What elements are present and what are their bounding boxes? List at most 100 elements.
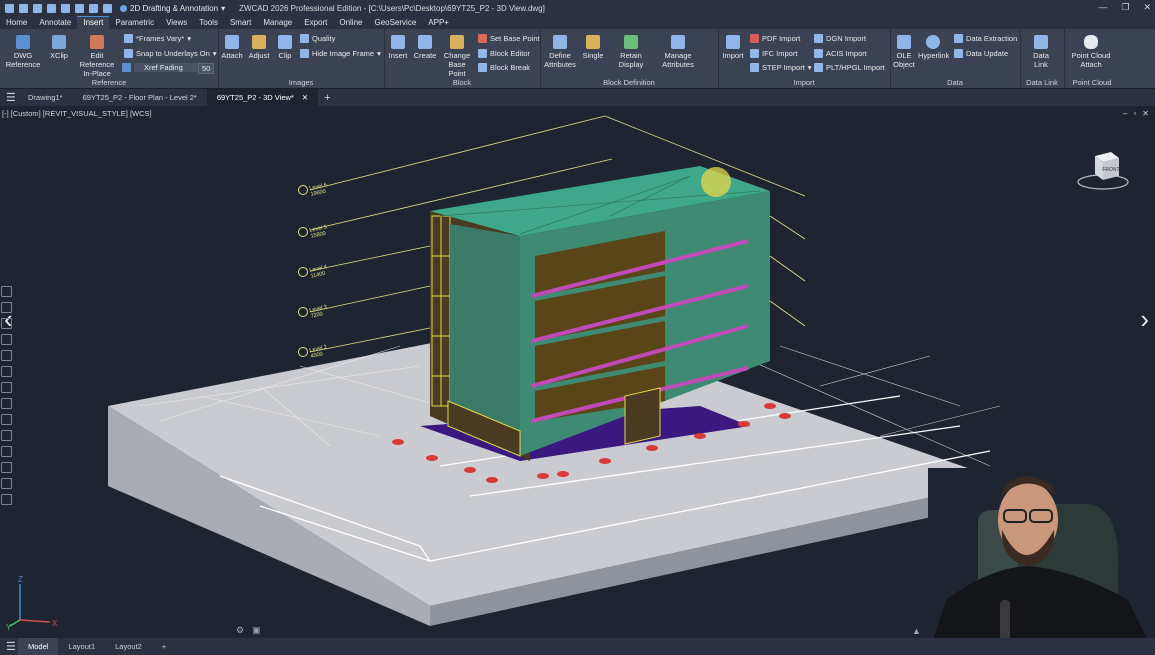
set-base-point-button[interactable]: Set Base Point: [478, 34, 540, 43]
menu-insert[interactable]: Insert: [77, 16, 110, 29]
tool-icon[interactable]: [1, 462, 12, 473]
xref-fading-value[interactable]: 50: [198, 63, 215, 74]
workspace-switcher[interactable]: 2D Drafting & Annotation ▾: [120, 4, 225, 13]
close-icon[interactable]: ✕: [1143, 2, 1151, 13]
xref-fading-control[interactable]: Xref Fading: [122, 63, 206, 72]
new-tab-icon[interactable]: +: [324, 92, 330, 104]
settings-gear-icon[interactable]: ⚙: [236, 625, 244, 636]
menu-tools[interactable]: Tools: [193, 17, 224, 29]
dgn-import-button[interactable]: DGN Import: [814, 34, 866, 43]
close-icon[interactable]: ✕: [302, 89, 308, 106]
tool-icon[interactable]: [1, 446, 12, 457]
app-logo-icon[interactable]: [5, 3, 14, 13]
doc-tab-floor-plan[interactable]: 69YT25_P2 - Floor Plan - Level 2*: [73, 89, 207, 106]
tool-icon[interactable]: [1, 382, 12, 393]
menu-smart[interactable]: Smart: [224, 17, 257, 29]
doc-tab-3d-view[interactable]: 69YT25_P2 - 3D View* ✕: [206, 89, 319, 106]
menu-parametric[interactable]: Parametric: [109, 17, 160, 29]
tool-icon[interactable]: [1, 414, 12, 425]
level-tag-5[interactable]: Level 5 15800: [298, 224, 328, 240]
grid-toggle-icon[interactable]: ▣: [252, 625, 261, 636]
tool-icon[interactable]: [1, 318, 12, 329]
level-tag-2[interactable]: Level 2 4000: [298, 344, 328, 360]
block-break-button[interactable]: Block Break: [478, 63, 530, 72]
level-tag-3[interactable]: Level 3 7200: [298, 304, 328, 320]
level-tag-4[interactable]: Level 4 11400: [298, 264, 328, 280]
view-cube[interactable]: FRONT: [1077, 150, 1129, 194]
adjust-button[interactable]: Adjust: [246, 35, 272, 60]
minimize-icon[interactable]: —: [1098, 2, 1107, 13]
import-button[interactable]: Import: [720, 35, 746, 60]
adjust-icon: [252, 35, 266, 49]
block-editor-button[interactable]: Block Editor: [478, 49, 530, 58]
document-tab-bar: ☰ Drawing1* 69YT25_P2 - Floor Plan - Lev…: [0, 89, 1155, 106]
manage-attributes-button[interactable]: Manage Attributes: [658, 35, 698, 69]
redo-icon[interactable]: [103, 3, 112, 13]
ribbon-group-point-cloud: Point Cloud Attach Point Cloud: [1064, 29, 1120, 88]
scroll-up-icon[interactable]: ▲: [912, 626, 921, 636]
tool-icon[interactable]: [1, 478, 12, 489]
tool-icon[interactable]: [1, 430, 12, 441]
tool-icon[interactable]: [1, 334, 12, 345]
new-file-icon[interactable]: [19, 3, 28, 13]
pdf-import-button[interactable]: PDF Import: [750, 34, 800, 43]
data-extraction-button[interactable]: Data Extraction: [954, 34, 1017, 43]
step-import-dropdown[interactable]: STEP Import ▾: [750, 63, 812, 72]
ribbon-group-data: OLE Object Hyperlink Data Extraction Dat…: [890, 29, 1021, 88]
quality-button[interactable]: Quality: [300, 34, 335, 43]
tool-icon[interactable]: [1, 350, 12, 361]
open-file-icon[interactable]: [33, 3, 42, 13]
layout-tab-layout1[interactable]: Layout1: [58, 638, 105, 655]
data-update-button[interactable]: Data Update: [954, 49, 1008, 58]
menu-icon[interactable]: ☰: [6, 640, 18, 653]
menu-annotate[interactable]: Annotate: [33, 17, 77, 29]
insert-block-button[interactable]: Insert: [386, 35, 410, 60]
menu-home[interactable]: Home: [0, 17, 33, 29]
tool-icon[interactable]: [1, 398, 12, 409]
save-as-icon[interactable]: [61, 3, 70, 13]
tool-icon[interactable]: [1, 302, 12, 313]
menu-online[interactable]: Online: [333, 17, 368, 29]
ole-object-button[interactable]: OLE Object: [892, 35, 916, 69]
hyperlink-button[interactable]: Hyperlink: [918, 35, 949, 60]
xclip-button[interactable]: XClip: [46, 35, 72, 60]
menu-export[interactable]: Export: [298, 17, 333, 29]
change-base-point-button[interactable]: Change Base Point: [440, 35, 474, 78]
undo-icon[interactable]: [89, 3, 98, 13]
point-cloud-attach-button[interactable]: Point Cloud Attach: [1066, 35, 1116, 69]
ifc-import-button[interactable]: IFC Import: [750, 49, 797, 58]
menu-icon[interactable]: ☰: [6, 91, 18, 104]
acis-import-button[interactable]: ACIS Import: [814, 49, 867, 58]
next-arrow-icon[interactable]: ›: [1140, 304, 1149, 335]
clip-icon: [278, 35, 292, 49]
dwg-reference-button[interactable]: DWG Reference: [4, 35, 42, 69]
level-tag-6[interactable]: Level 6 19600: [298, 182, 328, 198]
tool-icon[interactable]: [1, 366, 12, 377]
menu-views[interactable]: Views: [160, 17, 193, 29]
layout-tab-layout2[interactable]: Layout2: [105, 638, 152, 655]
define-attributes-button[interactable]: Define Attributes: [542, 35, 578, 69]
tool-icon[interactable]: [1, 494, 12, 505]
tool-icon[interactable]: [1, 286, 12, 297]
create-block-button[interactable]: Create: [412, 35, 438, 60]
menu-app-plus[interactable]: APP+: [422, 17, 455, 29]
edit-reference-button[interactable]: Edit Reference In-Place: [74, 35, 120, 78]
menu-geoservice[interactable]: GeoService: [368, 17, 422, 29]
add-layout-icon[interactable]: +: [152, 638, 176, 655]
layout-tab-model[interactable]: Model: [18, 638, 59, 655]
frames-dropdown[interactable]: *Frames Vary* ▾: [124, 34, 191, 43]
hide-image-frame-dropdown[interactable]: Hide Image Frame ▾: [300, 49, 381, 58]
edit-reference-icon: [90, 35, 104, 49]
retain-display-button[interactable]: Retain Display: [608, 35, 654, 69]
print-icon[interactable]: [75, 3, 84, 13]
single-edit-button[interactable]: Single: [580, 35, 606, 60]
snap-underlays-dropdown[interactable]: Snap to Underlays On ▾: [124, 49, 217, 58]
attach-button[interactable]: Attach: [220, 35, 244, 60]
menu-manage[interactable]: Manage: [257, 17, 298, 29]
plt-import-button[interactable]: PLT/HPGL Import: [814, 63, 885, 72]
doc-tab-drawing1[interactable]: Drawing1*: [18, 89, 73, 106]
maximize-icon[interactable]: ❐: [1121, 2, 1129, 13]
clip-button[interactable]: Clip: [274, 35, 296, 60]
save-icon[interactable]: [47, 3, 56, 13]
data-link-button[interactable]: Data Link: [1024, 35, 1058, 69]
